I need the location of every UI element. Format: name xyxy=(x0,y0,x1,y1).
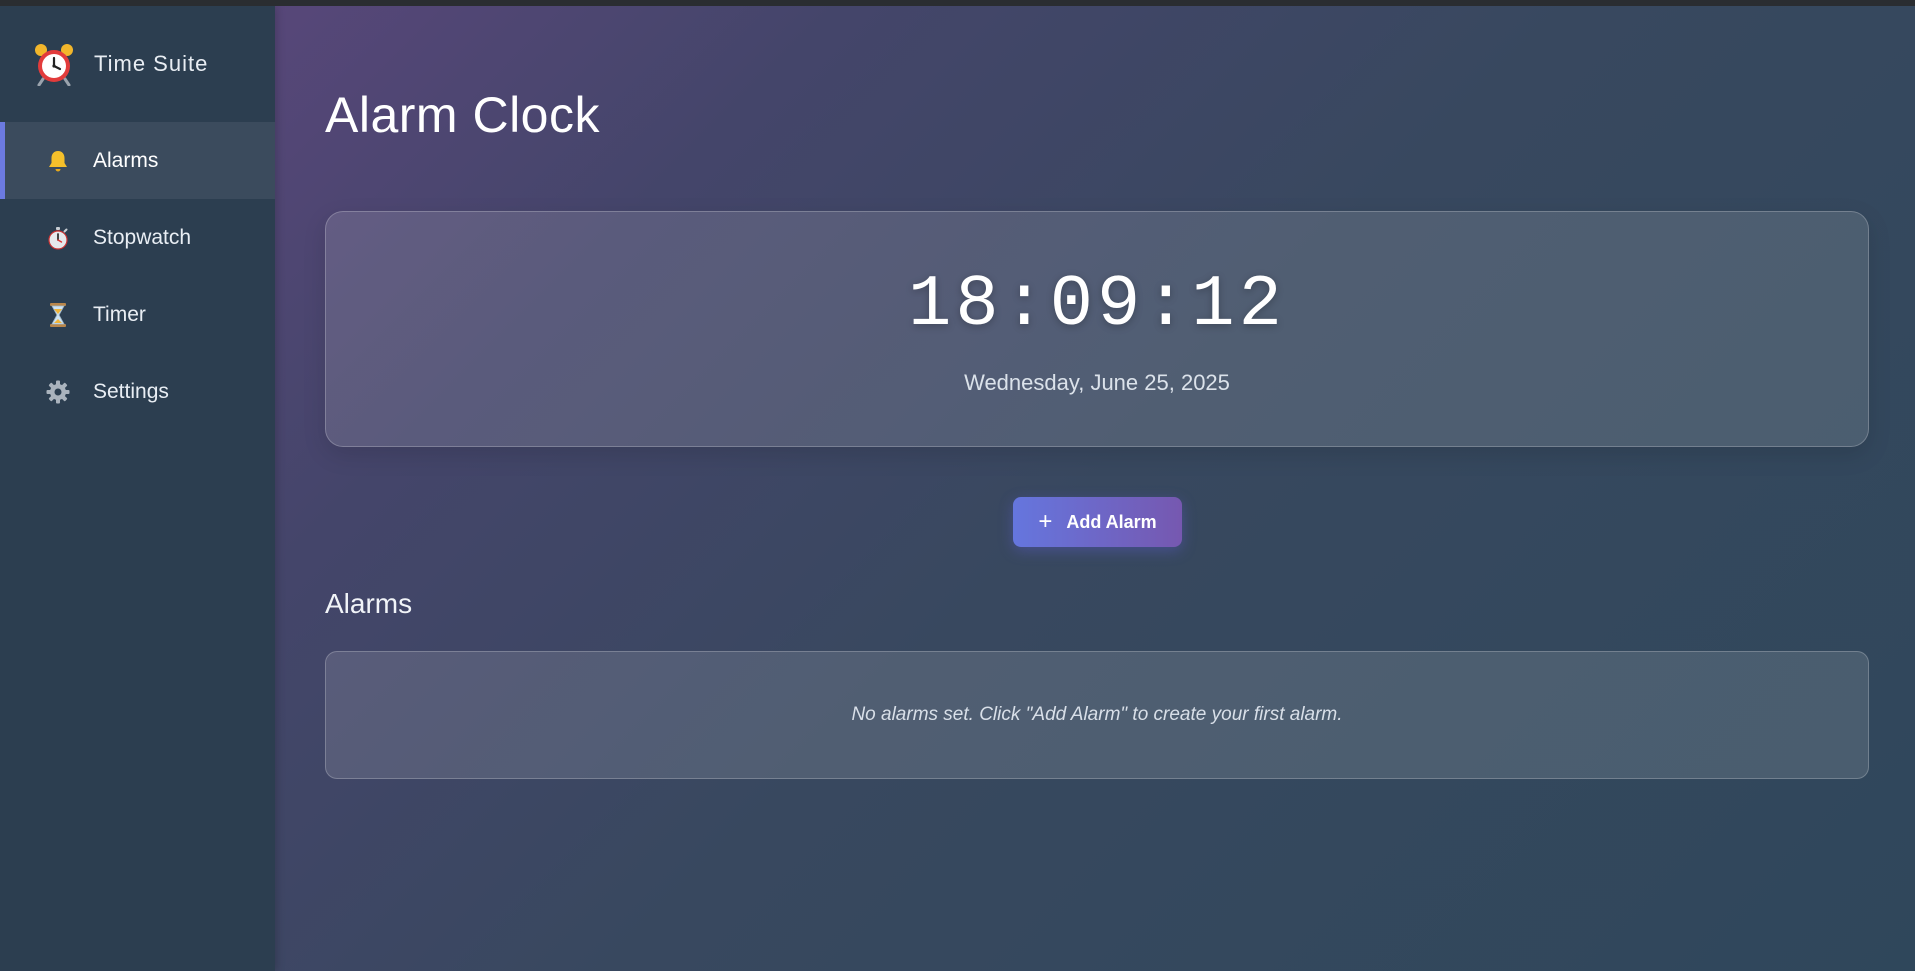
empty-state-message: No alarms set. Click "Add Alarm" to crea… xyxy=(851,704,1343,725)
sidebar-item-timer[interactable]: Timer xyxy=(0,276,275,353)
sidebar-nav: Alarms Stopwatch Timer Settings xyxy=(0,122,275,430)
main-content: Alarm Clock 18:09:12 Wednesday, June 25,… xyxy=(275,6,1915,971)
gear-icon xyxy=(45,379,71,405)
clock-time: 18:09:12 xyxy=(908,264,1286,346)
clock-card: 18:09:12 Wednesday, June 25, 2025 xyxy=(325,211,1869,447)
stopwatch-icon xyxy=(45,225,71,251)
add-alarm-button[interactable]: + Add Alarm xyxy=(1013,497,1182,547)
plus-icon: + xyxy=(1038,508,1053,535)
add-alarm-label: Add Alarm xyxy=(1066,511,1157,532)
alarm-clock-icon xyxy=(34,42,74,87)
window-top-bar xyxy=(0,0,1915,6)
sidebar: Time Suite Alarms Stopwatch Timer Settin… xyxy=(0,6,275,971)
sidebar-item-stopwatch[interactable]: Stopwatch xyxy=(0,199,275,276)
alarms-section-title: Alarms xyxy=(325,588,413,619)
sidebar-item-label: Settings xyxy=(93,379,169,403)
app-root: Time Suite Alarms Stopwatch Timer Settin… xyxy=(0,6,1915,971)
clock-date: Wednesday, June 25, 2025 xyxy=(964,370,1230,395)
sidebar-item-label: Stopwatch xyxy=(93,225,192,249)
alarms-empty-state: No alarms set. Click "Add Alarm" to crea… xyxy=(325,651,1869,779)
sidebar-item-label: Timer xyxy=(93,302,146,326)
sidebar-item-settings[interactable]: Settings xyxy=(0,353,275,430)
sidebar-item-label: Alarms xyxy=(93,148,159,172)
page-title: Alarm Clock xyxy=(325,87,600,143)
hourglass-icon xyxy=(45,302,71,328)
app-name: Time Suite xyxy=(94,51,209,76)
bell-icon xyxy=(45,148,71,174)
sidebar-item-alarms[interactable]: Alarms xyxy=(0,122,275,199)
brand: Time Suite xyxy=(0,6,275,122)
